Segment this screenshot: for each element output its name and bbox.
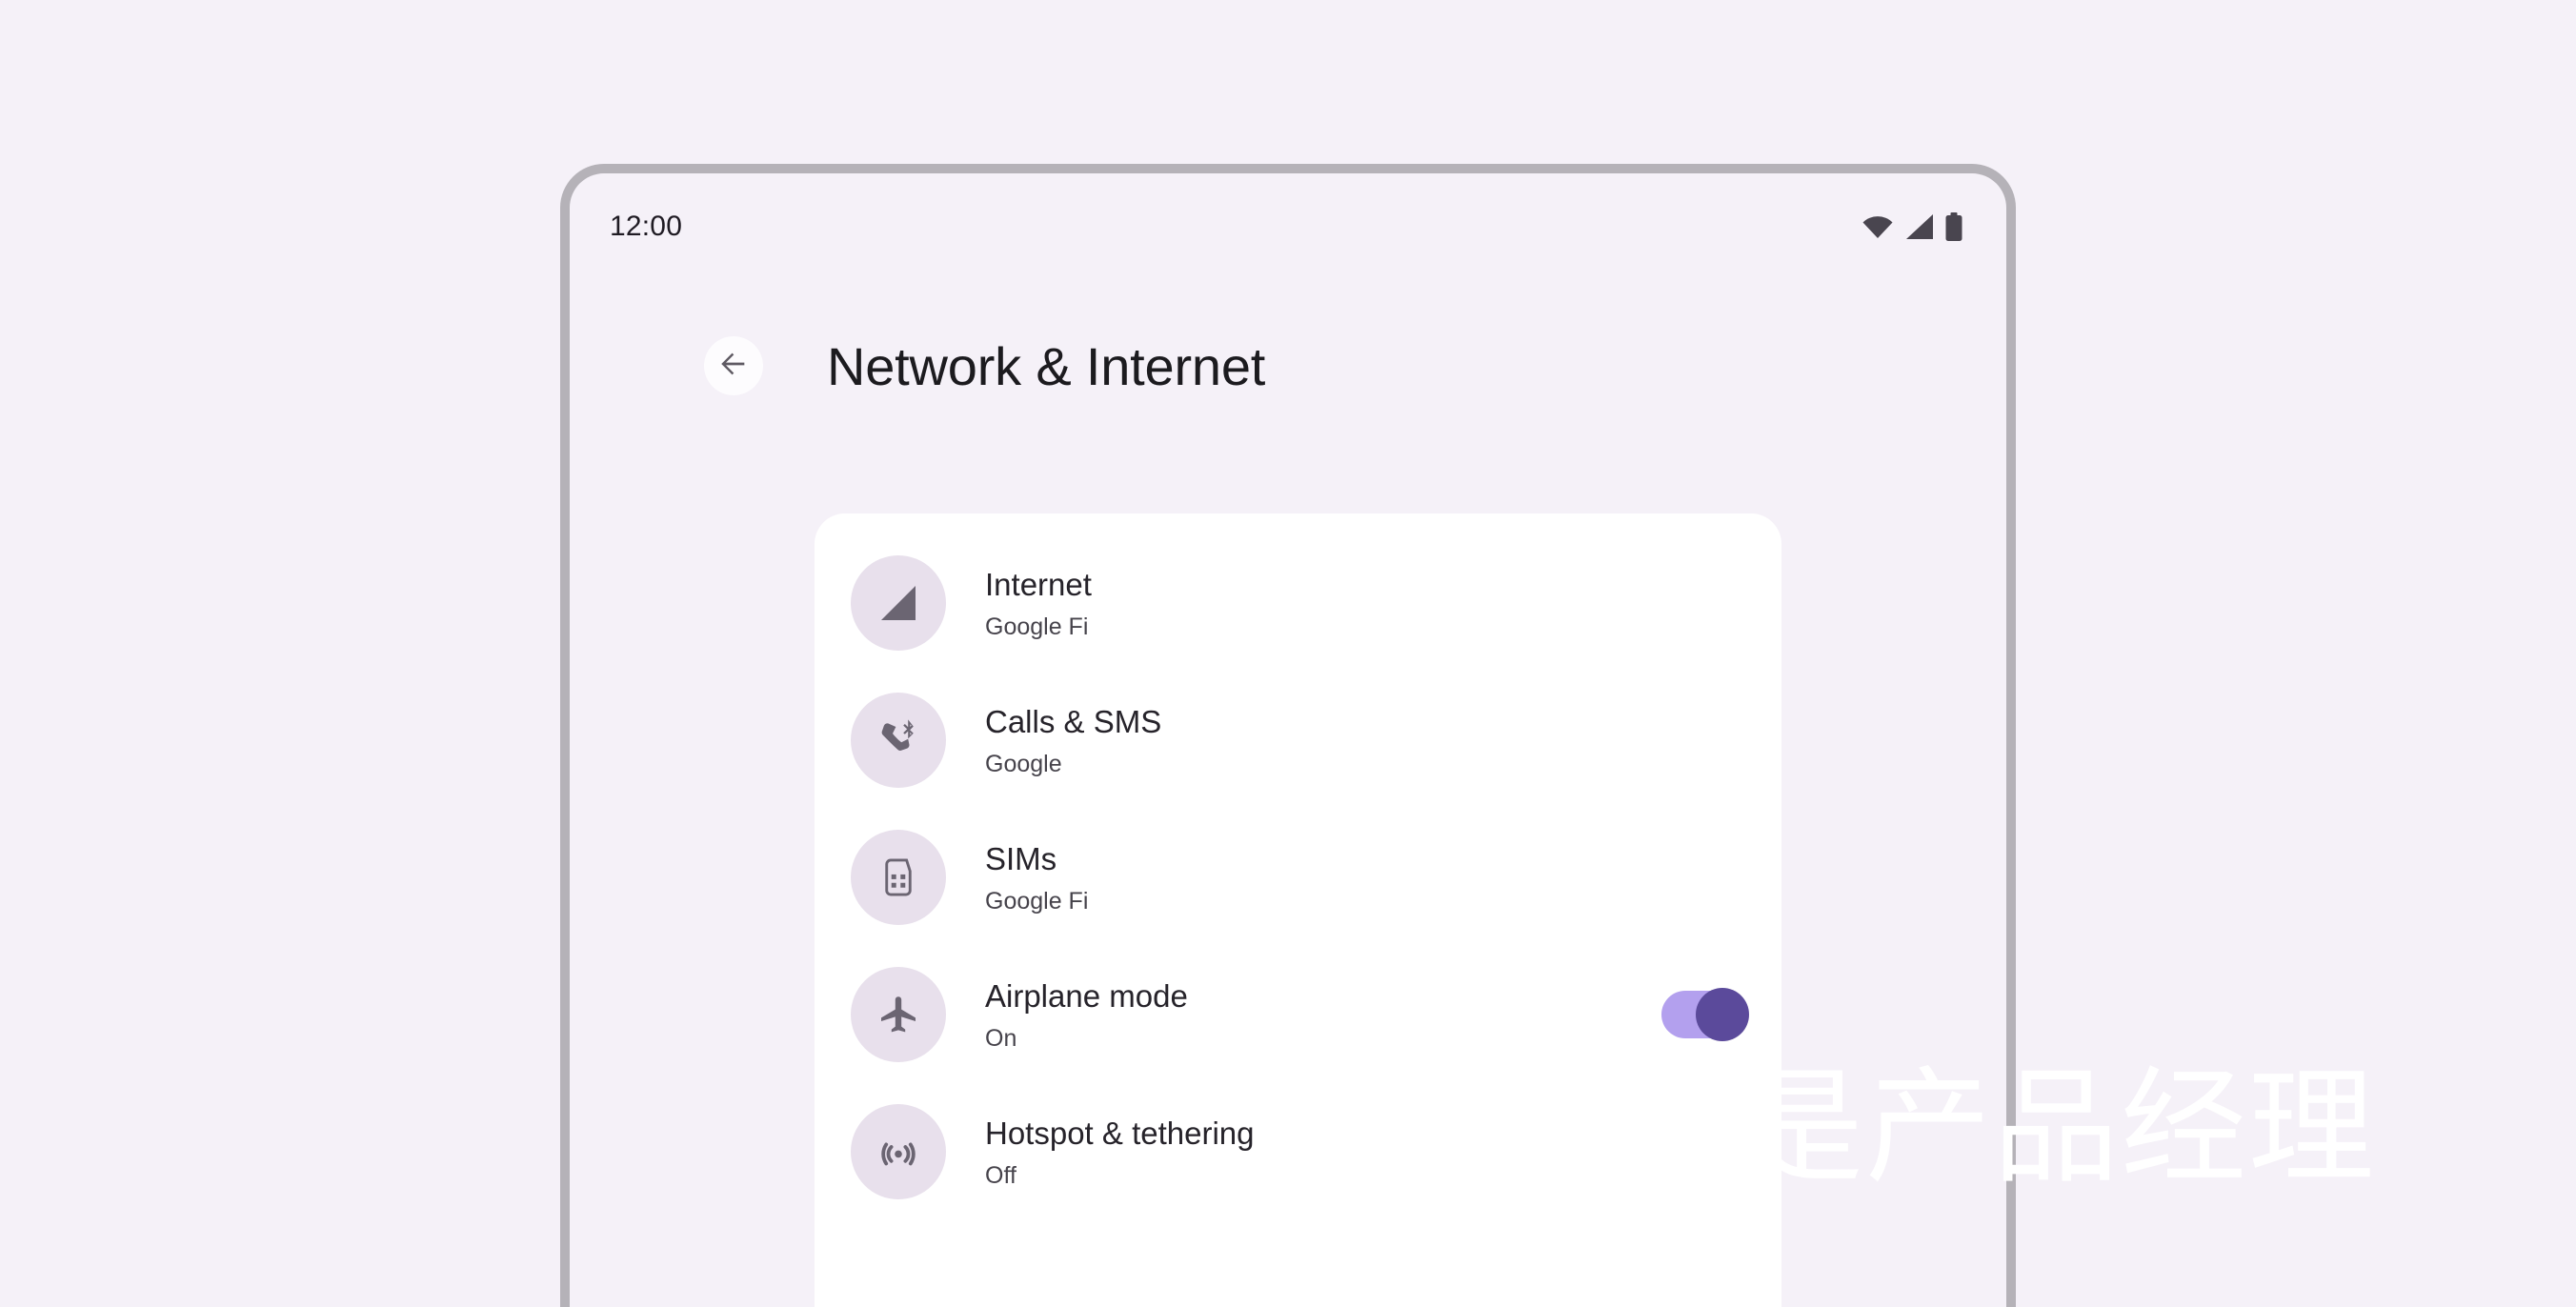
list-item-text: SIMs Google Fi bbox=[985, 839, 1743, 915]
list-item-title: Calls & SMS bbox=[985, 703, 1162, 739]
page-title: Network & Internet bbox=[827, 335, 1266, 396]
list-item-airplane-mode[interactable]: Airplane mode On bbox=[815, 946, 1781, 1083]
list-item-internet[interactable]: Internet Google Fi bbox=[815, 534, 1781, 672]
list-item-title: Hotspot & tethering bbox=[985, 1115, 1255, 1151]
list-item-title: Airplane mode bbox=[985, 977, 1188, 1014]
list-item-text: Airplane mode On bbox=[985, 976, 1642, 1053]
app-bar: Network & Internet bbox=[570, 280, 2006, 452]
arrow-back-icon bbox=[717, 348, 750, 385]
list-item-title: Internet bbox=[985, 566, 1092, 602]
hotspot-icon bbox=[851, 1104, 946, 1199]
sim-card-icon bbox=[851, 830, 946, 925]
cellular-signal-icon bbox=[851, 555, 946, 651]
battery-icon bbox=[1945, 212, 1962, 241]
list-item-subtitle: Google Fi bbox=[985, 613, 1089, 641]
list-item-subtitle: Off bbox=[985, 1162, 1016, 1190]
list-item-calls-and-sms[interactable]: Calls & SMS Google bbox=[815, 672, 1781, 809]
airplane-icon bbox=[851, 967, 946, 1062]
list-item-subtitle: Google Fi bbox=[985, 888, 1089, 915]
status-bar-clock: 12:00 bbox=[610, 211, 683, 242]
list-item-subtitle: On bbox=[985, 1025, 1017, 1053]
list-item-text: Internet Google Fi bbox=[985, 565, 1743, 641]
list-item-hotspot-and-tethering[interactable]: Hotspot & tethering Off bbox=[815, 1083, 1781, 1220]
list-item-title: SIMs bbox=[985, 840, 1057, 876]
wifi-icon bbox=[1862, 214, 1894, 239]
phone-bluetooth-icon bbox=[851, 693, 946, 788]
cellular-signal-icon bbox=[1905, 213, 1934, 240]
phone-frame: 12:00 Network & Internet Internet Google… bbox=[560, 164, 2016, 1307]
toggle-knob bbox=[1696, 988, 1749, 1041]
list-item-sims[interactable]: SIMs Google Fi bbox=[815, 809, 1781, 946]
list-item-subtitle: Google bbox=[985, 751, 1062, 778]
status-bar: 12:00 bbox=[570, 173, 2006, 280]
airplane-mode-toggle[interactable] bbox=[1661, 988, 1749, 1041]
list-item-text: Calls & SMS Google bbox=[985, 702, 1743, 778]
settings-card: Internet Google Fi Calls & SMS Google SI… bbox=[815, 513, 1781, 1307]
list-item-text: Hotspot & tethering Off bbox=[985, 1114, 1743, 1190]
status-bar-icons bbox=[1862, 212, 1962, 241]
back-button[interactable] bbox=[704, 336, 763, 395]
